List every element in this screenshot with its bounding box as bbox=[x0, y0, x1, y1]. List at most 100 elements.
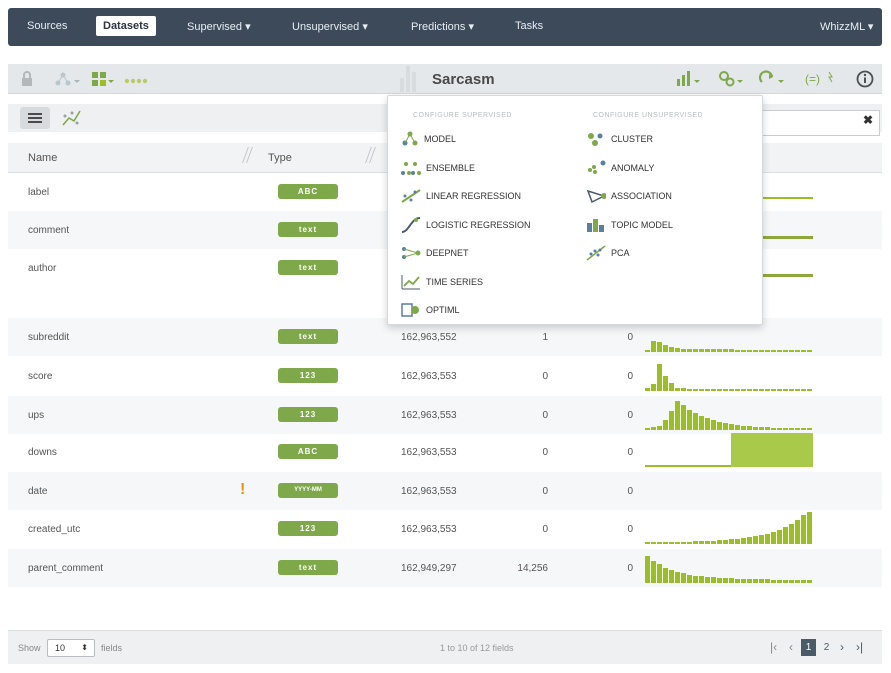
field-histogram[interactable] bbox=[645, 472, 815, 510]
field-missing: 0 bbox=[542, 447, 548, 458]
field-errors: 0 bbox=[627, 563, 633, 574]
field-name[interactable]: label bbox=[28, 187, 49, 198]
field-type-badge: text bbox=[278, 329, 338, 344]
field-histogram[interactable] bbox=[645, 549, 815, 587]
nav-sources[interactable]: Sources bbox=[27, 20, 67, 32]
column-header-type[interactable]: Type bbox=[268, 152, 292, 164]
field-count: 162,963,553 bbox=[401, 371, 457, 382]
field-errors: 0 bbox=[627, 410, 633, 421]
field-histogram[interactable] bbox=[645, 433, 815, 471]
warning-icon[interactable]: ! bbox=[240, 481, 245, 499]
field-name[interactable]: comment bbox=[28, 225, 69, 236]
table-row[interactable]: date! YYYY-MM 162,963,553 0 0 bbox=[8, 472, 882, 510]
menu-item-pca[interactable]: PCA bbox=[586, 242, 630, 264]
menu-item-label: MODEL bbox=[424, 134, 457, 144]
field-name[interactable]: created_utc bbox=[28, 524, 80, 535]
model-icon bbox=[401, 131, 419, 147]
page-size-select[interactable]: 10 ⬍ bbox=[47, 639, 95, 657]
menu-item-label: ANOMALY bbox=[611, 162, 655, 173]
nav-whizzml[interactable]: WhizzML ▾ bbox=[820, 20, 873, 33]
info-icon[interactable] bbox=[856, 70, 874, 88]
deepnet-icon bbox=[401, 245, 421, 261]
table-row[interactable]: ups 123 162,963,553 0 0 bbox=[8, 396, 882, 434]
menu-item-logistic-regression[interactable]: LOGISTIC REGRESSION bbox=[401, 214, 531, 236]
column-sort-icon[interactable] bbox=[368, 147, 374, 165]
table-row[interactable]: score 123 162,963,553 0 0 bbox=[8, 357, 882, 395]
menu-item-optiml[interactable]: OPTIML bbox=[401, 299, 460, 321]
menu-item-cluster[interactable]: CLUSTER bbox=[586, 128, 653, 150]
field-missing: 0 bbox=[542, 410, 548, 421]
time-series-icon bbox=[401, 274, 421, 290]
nav-tasks[interactable]: Tasks bbox=[515, 20, 543, 32]
pca-icon bbox=[586, 245, 606, 261]
menu-item-linear-regression[interactable]: LINEAR REGRESSION bbox=[401, 185, 521, 207]
select-arrows-icon: ⬍ bbox=[81, 643, 88, 652]
association-icon bbox=[586, 188, 606, 204]
list-view-button[interactable] bbox=[20, 107, 50, 129]
logistic-regression-icon bbox=[401, 216, 421, 233]
sample-icon[interactable] bbox=[54, 71, 80, 87]
page-2-button[interactable]: 2 bbox=[819, 639, 834, 656]
new-field-icon[interactable]: (=) bbox=[805, 70, 837, 88]
chart-icon[interactable] bbox=[675, 70, 701, 88]
menu-item-ensemble[interactable]: ENSEMBLE bbox=[401, 157, 475, 179]
field-missing: 1 bbox=[542, 332, 548, 343]
ensemble-icon bbox=[401, 160, 421, 176]
field-histogram[interactable] bbox=[645, 396, 815, 434]
menu-item-association[interactable]: ASSOCIATION bbox=[586, 185, 672, 207]
table-row[interactable]: created_utc 123 162,963,553 0 0 bbox=[8, 510, 882, 548]
field-type-badge: text bbox=[278, 260, 338, 275]
field-name[interactable]: author bbox=[28, 263, 56, 274]
topic-model-icon bbox=[586, 217, 606, 233]
field-type-badge: YYYY-MM bbox=[278, 483, 338, 498]
scatterplot-view-icon[interactable] bbox=[60, 108, 82, 128]
menu-item-label: LINEAR REGRESSION bbox=[426, 191, 522, 201]
nav-datasets[interactable]: Datasets bbox=[96, 16, 156, 36]
table-row[interactable]: parent_comment text 162,949,297 14,256 0 bbox=[8, 549, 882, 587]
field-missing: 0 bbox=[542, 524, 548, 535]
last-page-icon[interactable]: ›| bbox=[856, 640, 863, 654]
lock-icon[interactable] bbox=[20, 71, 34, 87]
menu-item-label: ASSOCIATION bbox=[611, 191, 672, 201]
dataset-flow-icon[interactable] bbox=[92, 70, 202, 88]
menu-item-model[interactable]: MODEL bbox=[401, 128, 456, 150]
fields-label: fields bbox=[101, 643, 123, 653]
nav-unsupervised[interactable]: Unsupervised ▾ bbox=[292, 20, 368, 33]
field-count: 162,963,553 bbox=[401, 410, 457, 421]
menu-item-time-series[interactable]: TIME SERIES bbox=[401, 271, 483, 293]
field-name[interactable]: subreddit bbox=[28, 332, 69, 343]
table-row[interactable]: downs ABC 162,963,553 0 0 bbox=[8, 433, 882, 471]
menu-item-label: OPTIML bbox=[426, 305, 460, 315]
menu-item-label: DEEPNET bbox=[426, 248, 469, 258]
clear-search-icon[interactable]: ✖ bbox=[863, 113, 873, 127]
page-1-button[interactable]: 1 bbox=[801, 639, 816, 656]
field-count: 162,949,297 bbox=[401, 563, 457, 574]
field-errors: 0 bbox=[627, 332, 633, 343]
nav-predictions[interactable]: Predictions ▾ bbox=[411, 20, 474, 33]
column-header-name[interactable]: Name bbox=[28, 152, 57, 164]
menu-item-deepnet[interactable]: DEEPNET bbox=[401, 242, 469, 264]
field-name[interactable]: score bbox=[28, 371, 52, 382]
field-histogram[interactable] bbox=[645, 510, 815, 548]
field-type-badge: 123 bbox=[278, 368, 338, 383]
page-size-value: 10 bbox=[55, 643, 66, 653]
list-icon bbox=[28, 113, 42, 115]
field-name[interactable]: ups bbox=[28, 410, 44, 421]
prev-page-icon[interactable]: ‹ bbox=[789, 640, 793, 654]
reify-icon[interactable] bbox=[759, 70, 785, 88]
field-errors: 0 bbox=[627, 486, 633, 497]
field-name[interactable]: parent_comment bbox=[28, 563, 103, 574]
first-page-icon[interactable]: |‹ bbox=[770, 640, 777, 654]
column-sort-icon[interactable] bbox=[245, 147, 251, 165]
menu-item-topic-model[interactable]: TOPIC MODEL bbox=[586, 214, 673, 236]
field-histogram[interactable] bbox=[645, 357, 815, 395]
field-missing: 14,256 bbox=[517, 563, 548, 574]
configure-model-icon[interactable] bbox=[718, 70, 744, 88]
next-page-icon[interactable]: › bbox=[840, 640, 844, 654]
field-type-badge: ABC bbox=[278, 444, 338, 459]
field-type-badge: text bbox=[278, 560, 338, 575]
field-name[interactable]: downs bbox=[28, 447, 57, 458]
menu-item-anomaly[interactable]: ANOMALY bbox=[586, 157, 654, 179]
nav-supervised[interactable]: Supervised ▾ bbox=[187, 20, 251, 33]
field-name[interactable]: date bbox=[28, 486, 47, 497]
